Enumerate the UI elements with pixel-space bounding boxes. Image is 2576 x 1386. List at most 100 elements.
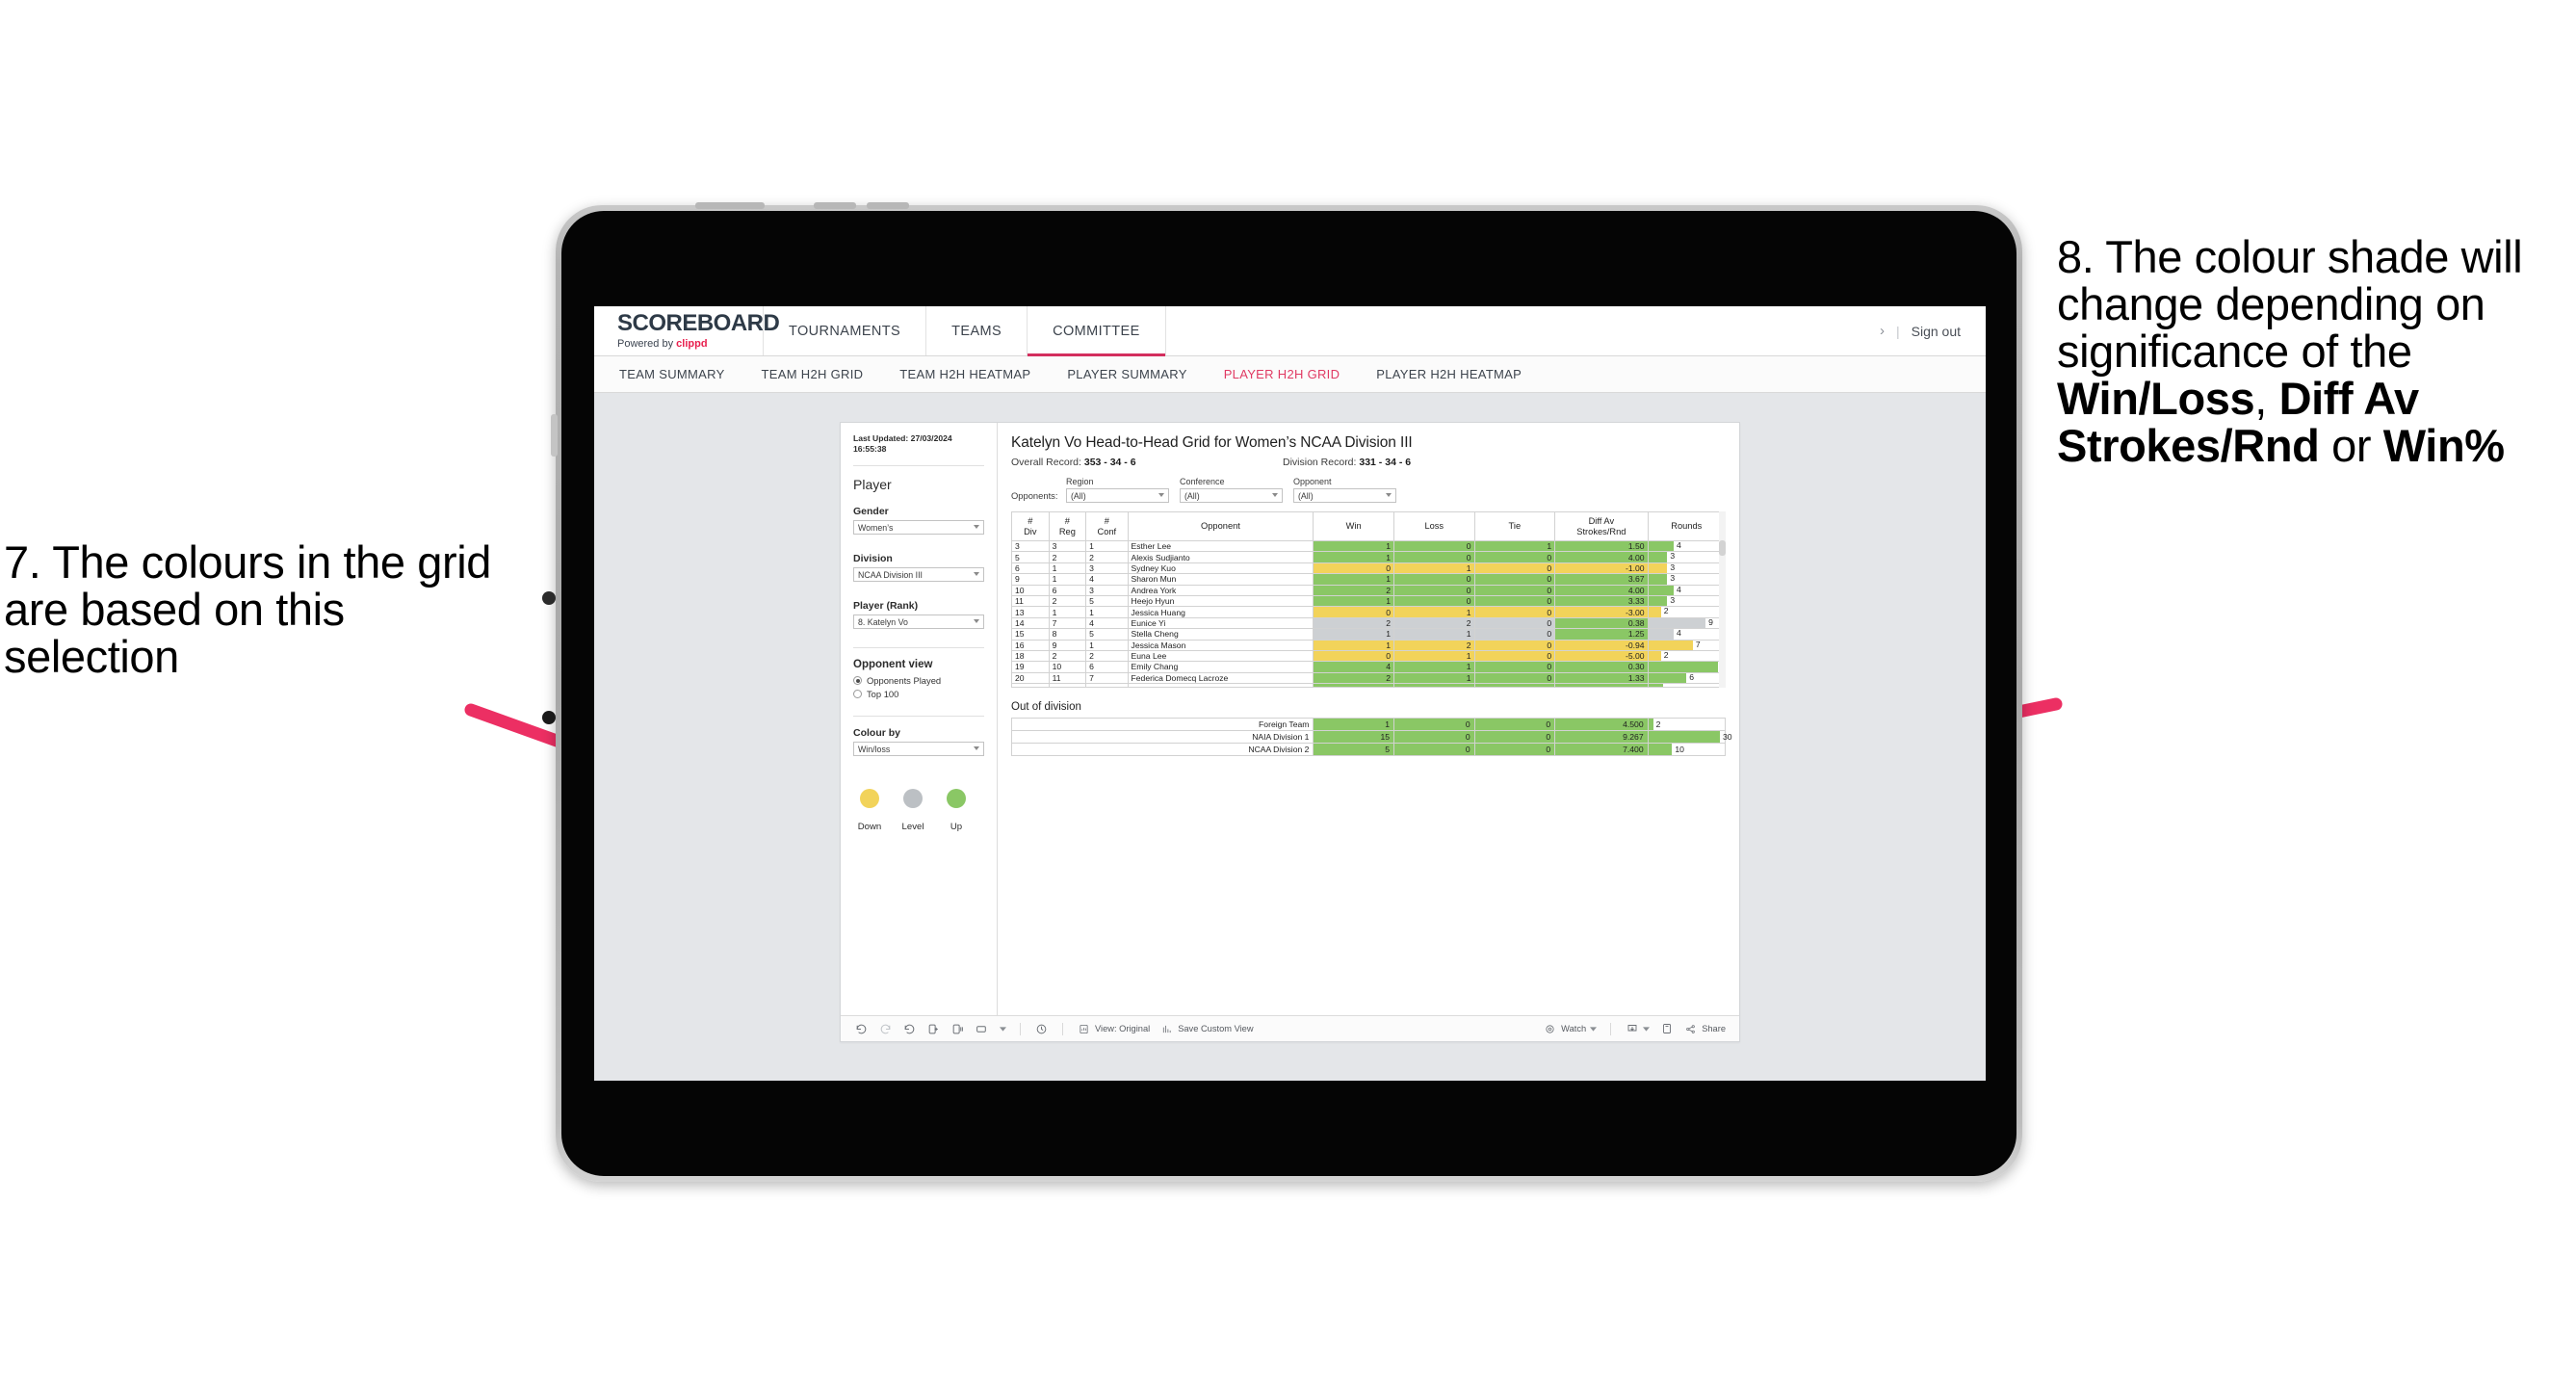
cell-diff-av-strokes: 4.00: [1554, 584, 1649, 596]
cell-rounds: 9: [1647, 616, 1727, 630]
cell-opponent: Alexis Sudjianto: [1127, 551, 1314, 563]
save-custom-view-button[interactable]: Save Custom View: [1159, 1022, 1254, 1036]
subnav-team-h2h-grid[interactable]: TEAM H2H GRID: [762, 367, 864, 381]
grid-scrollbar[interactable]: [1719, 511, 1726, 688]
subnav-player-summary[interactable]: PLAYER SUMMARY: [1067, 367, 1186, 381]
out-of-division-row[interactable]: NAIA Division 1 15 0 0 9.267 30: [1010, 730, 1732, 745]
app-header: SCOREBOARD Powered by clippd TOURNAMENTS…: [594, 306, 1986, 356]
redo-icon[interactable]: [878, 1022, 893, 1036]
brand-logo[interactable]: SCOREBOARD Powered by clippd: [594, 312, 780, 351]
table-row-partial[interactable]: [1011, 683, 1727, 689]
refresh-data-icon[interactable]: [926, 1022, 941, 1036]
watch-label: Watch: [1561, 1024, 1587, 1033]
undo-icon[interactable]: [854, 1022, 869, 1036]
cell-tie: 0: [1473, 628, 1556, 641]
table-row[interactable]: 9 1 4 Sharon Mun 1 0 0 3.67 3: [1011, 573, 1727, 586]
subnav-player-h2h-grid[interactable]: PLAYER H2H GRID: [1224, 367, 1340, 381]
device-layout-icon[interactable]: [975, 1022, 989, 1036]
colour-by-select[interactable]: Win/loss: [853, 742, 984, 757]
table-row[interactable]: 18 2 2 Euna Lee 0 1 0 -5.00 2: [1011, 649, 1727, 663]
cell-conf: 6: [1085, 661, 1129, 673]
out-of-division-body: Foreign Team 1 0 0 4.500 2 NAIA Division 1 15 0 0…: [1010, 718, 1732, 757]
share-button[interactable]: Share: [1683, 1022, 1726, 1036]
chevron-down-icon: [1590, 1026, 1598, 1032]
table-row[interactable]: 13 1 1 Jessica Huang 0 1 0 -3.00 2: [1011, 606, 1727, 618]
cell-opponent: Andrea York: [1127, 584, 1314, 596]
out-of-division-row[interactable]: NCAA Division 2 5 0 0 7.400 10: [1010, 743, 1727, 757]
view-original-button[interactable]: View: Original: [1077, 1022, 1150, 1036]
cell-loss: 0: [1392, 584, 1475, 596]
cell-diff-av-strokes: 0.38: [1554, 616, 1649, 630]
chevron-right-icon[interactable]: ›: [1880, 323, 1885, 339]
revert-icon[interactable]: [902, 1022, 917, 1036]
nav-tab-tournaments[interactable]: TOURNAMENTS: [763, 306, 925, 355]
opponent-filters: Opponents: Region (All) Conference (All)…: [1011, 477, 1726, 503]
grid-wrapper: # Div # Reg # Conf Opponent Win Loss Tie Di…: [1011, 511, 1727, 689]
cell-tie: 0: [1473, 616, 1556, 630]
cell-opponent: Jessica Mason: [1127, 639, 1314, 651]
cell-conf: 1: [1085, 539, 1129, 553]
cell-win: 1: [1313, 628, 1394, 641]
download-button[interactable]: [1625, 1022, 1651, 1036]
gender-select[interactable]: Women’s: [853, 520, 984, 536]
pause-refresh-icon[interactable]: [1034, 1022, 1049, 1036]
chevron-down-icon: [974, 619, 979, 624]
cell-tie: 0: [1473, 551, 1556, 563]
region-filter-select[interactable]: (All): [1066, 488, 1169, 503]
out-of-division-row[interactable]: Foreign Team 1 0 0 4.500 2: [1010, 718, 1727, 732]
table-row[interactable]: 15 8 5 Stella Cheng 1 1 0 1.25 4: [1011, 628, 1727, 641]
watch-button[interactable]: Watch: [1543, 1022, 1598, 1036]
cell-reg: 9: [1048, 639, 1087, 651]
division-record: Division Record: 331 - 34 - 6: [1283, 457, 1554, 468]
cell-win: 1: [1313, 639, 1394, 651]
viz-toolbar: View: Original Save Custom View Watch Sh…: [841, 1015, 1739, 1041]
opponent-filter-select[interactable]: (All): [1293, 488, 1396, 503]
table-row[interactable]: 11 2 5 Heejo Hyun 1 0 0 3.33 3: [1011, 594, 1727, 608]
cell-loss: 1: [1392, 628, 1475, 641]
legend-label-down: Down: [857, 822, 882, 833]
nav-tab-committee[interactable]: COMMITTEE: [1027, 306, 1166, 356]
nav-tab-teams[interactable]: TEAMS: [925, 306, 1027, 355]
cell-win: 1: [1313, 718, 1395, 732]
player-rank-select[interactable]: 8. Katelyn Vo: [853, 615, 984, 630]
conference-filter-select[interactable]: (All): [1180, 488, 1283, 503]
table-row[interactable]: 19106Emily Chang4100.3011: [1011, 661, 1727, 673]
conference-filter-label: Conference: [1180, 477, 1225, 486]
opponent-filter-value: (All): [1298, 491, 1314, 501]
cell-diff-av-strokes: [1554, 683, 1649, 689]
table-row[interactable]: 5 2 2 Alexis Sudjianto 1 0 0 4.00 3: [1011, 551, 1727, 563]
radio-top-100[interactable]: Top 100: [853, 689, 984, 699]
table-row[interactable]: 14 7 4 Eunice Yi 2 2 0 0.38 9: [1011, 616, 1727, 630]
cell-div: 20: [1011, 671, 1050, 685]
subnav-player-h2h-heatmap[interactable]: PLAYER H2H HEATMAP: [1376, 367, 1522, 381]
grid-scrollbar-thumb[interactable]: [1719, 540, 1726, 556]
chevron-down-icon[interactable]: [999, 1022, 1006, 1036]
table-row[interactable]: 10 6 3 Andrea York 2 0 0 4.00 4: [1011, 584, 1727, 596]
sign-out-link[interactable]: Sign out: [1912, 324, 1961, 339]
table-row[interactable]: 6 1 3 Sydney Kuo 0 1 0 -1.00 3: [1011, 562, 1727, 575]
cell-rounds: 3: [1647, 562, 1727, 575]
fullscreen-icon[interactable]: [1659, 1022, 1674, 1036]
cell-win: 1: [1313, 594, 1394, 608]
pause-auto-update-icon[interactable]: [950, 1022, 965, 1036]
cell-win: 1: [1313, 551, 1394, 563]
h2h-table-head: # Div # Reg # Conf Opponent Win Loss Tie Di…: [1011, 511, 1727, 541]
dashboard-body: Last Updated: 27/03/2024 16:55:38 Player…: [841, 423, 1739, 1015]
subnav-team-summary[interactable]: TEAM SUMMARY: [619, 367, 725, 381]
table-row[interactable]: 16 9 1 Jessica Mason 1 2 0 -0.94 7: [1011, 639, 1727, 651]
cell-conf: 5: [1085, 594, 1129, 608]
colour-by-value: Win/loss: [858, 745, 891, 755]
cell-div: 18: [1011, 649, 1050, 663]
subnav-team-h2h-heatmap[interactable]: TEAM H2H HEATMAP: [899, 367, 1030, 381]
division-select[interactable]: NCAA Division III: [853, 567, 984, 583]
last-updated-text: Last Updated: 27/03/2024 16:55:38: [853, 433, 952, 455]
table-row[interactable]: 20 11 7 Federica Domecq Lacroze 2 1 0 1.33 6: [1011, 671, 1727, 685]
col-tie: Tie: [1473, 511, 1556, 541]
opponent-view-label: Opponent view: [853, 659, 933, 671]
toolbar-divider-1: [1020, 1022, 1021, 1035]
toolbar-divider-2: [1062, 1022, 1063, 1035]
cell-diff-av-strokes: -0.94: [1554, 639, 1649, 651]
legend-label-level: Level: [901, 822, 924, 833]
radio-opponents-played[interactable]: Opponents Played: [853, 675, 984, 686]
table-row[interactable]: 3 3 1 Esther Lee 1 0 1 1.50 4: [1011, 539, 1727, 553]
